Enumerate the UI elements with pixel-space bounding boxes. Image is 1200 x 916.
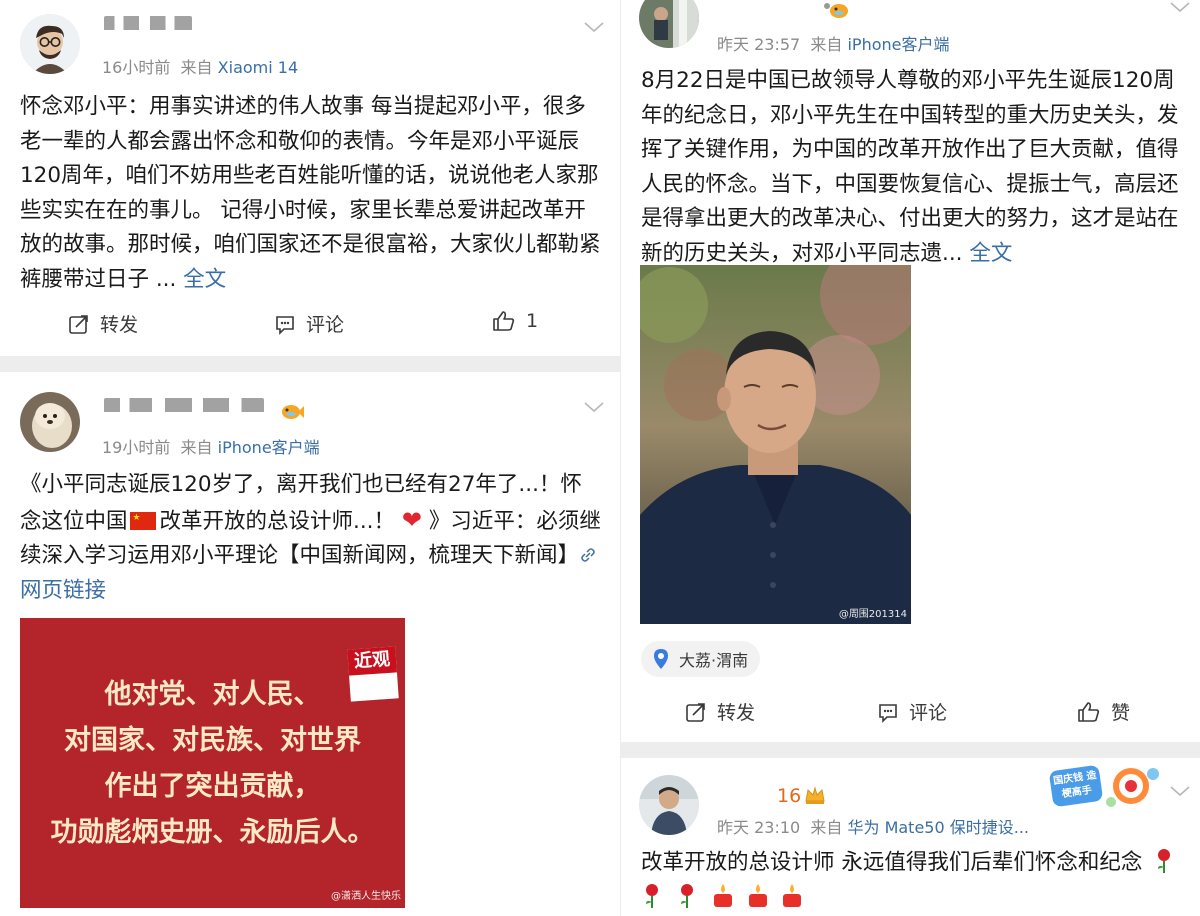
post-actions: 转发 评论 1 [0, 310, 620, 350]
location-label: 大荔·渭南 [679, 651, 749, 670]
image-text-line-4: 功勋彪炳史册、永励后人。 [50, 817, 375, 848]
avatar[interactable] [20, 392, 80, 452]
comment-label: 评论 [909, 702, 948, 724]
post-text: 怀念邓小平：用事实讲述的伟人故事 每当提起邓小平，很多老一辈的人都会露出怀念和敬… [20, 90, 602, 297]
source-prefix: 来自 [810, 35, 843, 54]
avatar[interactable] [20, 14, 80, 74]
thumbs-up-icon [493, 311, 515, 331]
link-icon [581, 548, 595, 562]
fish-badge-icon [282, 405, 304, 419]
candle-icon [780, 882, 804, 908]
post-card-3[interactable]: 昨天 23:57 来自 iPhone客户端 8月22日是中国已故领导人尊敬的邓小… [621, 0, 1200, 742]
post-meta: 昨天 23:57 来自 iPhone客户端 [717, 31, 950, 55]
comment-button[interactable]: 评论 [274, 310, 344, 337]
rose-icon [641, 882, 663, 908]
post-text: 改革开放的总设计师 永远值得我们后辈们怀念和纪念 [641, 846, 1187, 915]
image-watermark: @潇洒人生快乐 [331, 891, 401, 902]
emoji-badge-icon [824, 3, 848, 18]
repost-button[interactable]: 转发 [68, 310, 138, 337]
post-actions: 转发 评论 赞 [621, 698, 1200, 738]
like-button[interactable]: 1 [492, 310, 538, 332]
web-link-label: 网页链接 [20, 577, 107, 603]
image-text-line-3: 作出了突出贡献， [104, 771, 321, 802]
avatar[interactable] [639, 0, 699, 48]
post-time: 昨天 23:57 [717, 35, 801, 54]
post-source[interactable]: iPhone客户端 [847, 35, 949, 54]
location-tag[interactable]: 大荔·渭南 [641, 641, 761, 677]
chevron-down-icon[interactable] [583, 400, 605, 414]
image-text-line-1: 他对党、对人民、 [104, 679, 321, 710]
comment-icon [276, 315, 294, 335]
post-time: 19小时前 [102, 438, 171, 457]
photo-watermark: @周围201314 [838, 609, 907, 620]
post-time: 16小时前 [102, 58, 171, 77]
china-flag-icon: ★ [129, 511, 156, 530]
source-prefix: 来自 [810, 818, 843, 837]
post-card-4[interactable]: 16 国庆钱 造梗高手 昨天 23:10 来自 华为 Mate50 保时捷设..… [621, 758, 1200, 916]
comment-icon [879, 703, 897, 723]
repost-icon [686, 702, 705, 722]
like-label: 赞 [1111, 702, 1131, 724]
repost-icon [69, 314, 88, 334]
post-meta: 16小时前 来自 Xiaomi 14 [102, 54, 298, 78]
red-heart-icon: ❤ [401, 505, 422, 534]
image-text-line-2: 对国家、对民族、对世界 [64, 725, 361, 756]
post-body: 改革开放的总设计师 永远值得我们后辈们怀念和纪念 [641, 850, 1143, 875]
post-body-part-2: 改革开放的总设计师...！ [159, 508, 396, 534]
post-image[interactable]: 近观 他对党、对人民、 对国家、对民族、对世界 作出了突出贡献， 功勋彪炳史册、… [20, 618, 405, 908]
post-card-1[interactable]: 16小时前 来自 Xiaomi 14 怀念邓小平：用事实讲述的伟人故事 每当提起… [0, 0, 620, 356]
campaign-badge[interactable]: 国庆钱 造梗高手 [1048, 762, 1165, 812]
source-prefix: 来自 [180, 58, 213, 77]
post-body: 怀念邓小平：用事实讲述的伟人故事 每当提起邓小平，很多老一辈的人都会露出怀念和敬… [20, 94, 601, 292]
post-time: 昨天 23:10 [717, 818, 801, 837]
expand-full-text-link[interactable]: 全文 [183, 267, 226, 292]
author-name-obscured[interactable] [102, 8, 202, 30]
post-source[interactable]: iPhone客户端 [218, 438, 320, 457]
repost-button[interactable]: 转发 [685, 698, 755, 725]
candle-icon [711, 882, 735, 908]
post-text: 《小平同志诞辰120岁了，离开我们也已经有27年了...！怀念这位中国 ★ 改革开放… [20, 468, 602, 608]
chevron-down-icon[interactable] [583, 20, 605, 34]
avatar[interactable] [639, 775, 699, 835]
location-pin-icon [654, 649, 668, 669]
post-source[interactable]: Xiaomi 14 [218, 58, 298, 77]
like-button[interactable]: 赞 [1077, 698, 1130, 725]
post-meta: 19小时前 来自 iPhone客户端 [102, 434, 320, 458]
like-count: 1 [526, 310, 539, 332]
chevron-down-icon[interactable] [1169, 0, 1191, 14]
rose-icon [676, 882, 698, 908]
author-name-number: 16 [777, 785, 802, 807]
repost-label: 转发 [717, 702, 756, 724]
author-name-obscured[interactable] [102, 392, 272, 412]
post-meta: 昨天 23:10 来自 华为 Mate50 保时捷设... [717, 814, 1029, 838]
rose-icon [1153, 847, 1175, 873]
crown-icon [805, 786, 825, 804]
comment-label: 评论 [306, 314, 345, 336]
post-source[interactable]: 华为 Mate50 保时捷设... [847, 818, 1029, 837]
chevron-down-icon[interactable] [1169, 784, 1191, 798]
post-body: 8月22日是中国已故领导人尊敬的邓小平先生诞辰120周年的纪念日，邓小平先生在中… [641, 68, 1179, 266]
post-card-2[interactable]: 19小时前 来自 iPhone客户端 《小平同志诞辰120岁了，离开我们也已经有… [0, 372, 620, 916]
comment-button[interactable]: 评论 [877, 698, 947, 725]
repost-label: 转发 [100, 314, 139, 336]
mascot-icon [1106, 768, 1159, 807]
expand-full-text-link[interactable]: 全文 [969, 241, 1012, 266]
post-photo[interactable]: @周围201314 [640, 265, 911, 624]
candle-icon [746, 882, 770, 908]
source-prefix: 来自 [180, 438, 213, 457]
portrait-photo [640, 265, 911, 624]
post-text: 8月22日是中国已故领导人尊敬的邓小平先生诞辰120周年的纪念日，邓小平先生在中… [641, 64, 1181, 271]
author-name[interactable]: 16 [777, 785, 801, 807]
thumbs-up-icon [1078, 701, 1100, 722]
